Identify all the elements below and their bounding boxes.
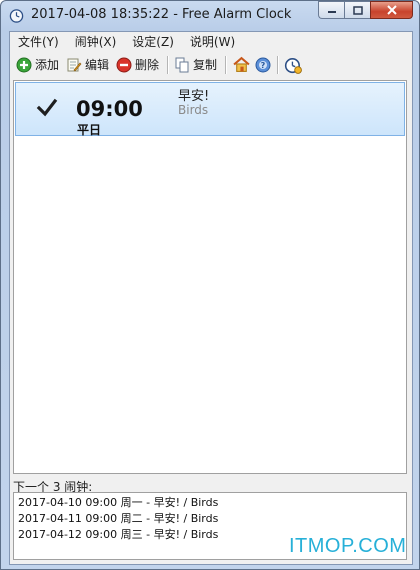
maximize-button[interactable] <box>344 1 370 19</box>
alarm-repeat-days: 平日 <box>77 123 102 137</box>
delete-icon <box>116 57 132 72</box>
copy-button[interactable]: 复制 <box>172 54 222 76</box>
maximize-icon <box>352 5 363 15</box>
add-label: 添加 <box>35 58 60 72</box>
home-button[interactable] <box>232 56 250 74</box>
help-button[interactable]: ? <box>254 56 272 74</box>
client-area: 文件(Y) 闹钟(X) 设定(Z) 说明(W) 添加 编辑 删除 复制 ? 09… <box>9 31 413 565</box>
alarm-label: 早安! <box>178 89 210 104</box>
watermark: ITMOP.COM <box>289 535 407 557</box>
menu-bar: 文件(Y) 闹钟(X) 设定(Z) 说明(W) <box>10 32 412 52</box>
svg-text:?: ? <box>261 61 266 70</box>
window-title: 2017-04-08 18:35:22 - Free Alarm Clock <box>31 7 292 22</box>
toolbar-separator <box>167 55 170 74</box>
toolbar: 添加 编辑 删除 复制 ? <box>10 52 412 77</box>
edit-label: 编辑 <box>85 58 110 72</box>
toolbar-separator <box>277 55 280 74</box>
clock-settings-button[interactable] <box>284 56 302 74</box>
close-button[interactable] <box>370 1 413 19</box>
alarm-time: 09:00 <box>76 97 143 121</box>
app-window: 2017-04-08 18:35:22 - Free Alarm Clock 文… <box>0 0 420 570</box>
copy-icon <box>175 57 189 72</box>
menu-settings[interactable]: 设定(Z) <box>124 32 182 52</box>
edit-button[interactable]: 编辑 <box>64 54 114 76</box>
minimize-button[interactable] <box>318 1 344 19</box>
upcoming-alarm-item: 2017-04-10 09:00 周一 - 早安! / Birds <box>18 496 219 509</box>
alarm-clock-icon <box>9 9 24 23</box>
copy-label: 复制 <box>193 58 218 72</box>
close-icon <box>386 5 397 15</box>
title-bar[interactable]: 2017-04-08 18:35:22 - Free Alarm Clock <box>1 1 419 31</box>
upcoming-alarm-item: 2017-04-11 09:00 周二 - 早安! / Birds <box>18 512 219 525</box>
alarm-list[interactable]: 09:00 平日 早安! Birds <box>13 80 407 474</box>
menu-file[interactable]: 文件(Y) <box>10 32 67 52</box>
add-button[interactable]: 添加 <box>14 54 64 76</box>
alarm-sound: Birds <box>178 103 209 117</box>
menu-alarm[interactable]: 闹钟(X) <box>67 32 125 52</box>
toolbar-separator <box>225 55 228 74</box>
delete-button[interactable]: 删除 <box>114 54 164 76</box>
clock-settings-icon <box>284 57 302 74</box>
menu-help[interactable]: 说明(W) <box>182 32 243 52</box>
help-icon: ? <box>255 57 271 72</box>
home-icon <box>232 56 250 72</box>
delete-label: 删除 <box>135 58 160 72</box>
add-icon <box>16 57 32 72</box>
minimize-icon <box>327 11 336 13</box>
alarm-row[interactable]: 09:00 平日 早安! Birds <box>15 82 405 137</box>
checkbox-checked-icon[interactable] <box>36 97 58 119</box>
edit-icon <box>67 58 82 71</box>
